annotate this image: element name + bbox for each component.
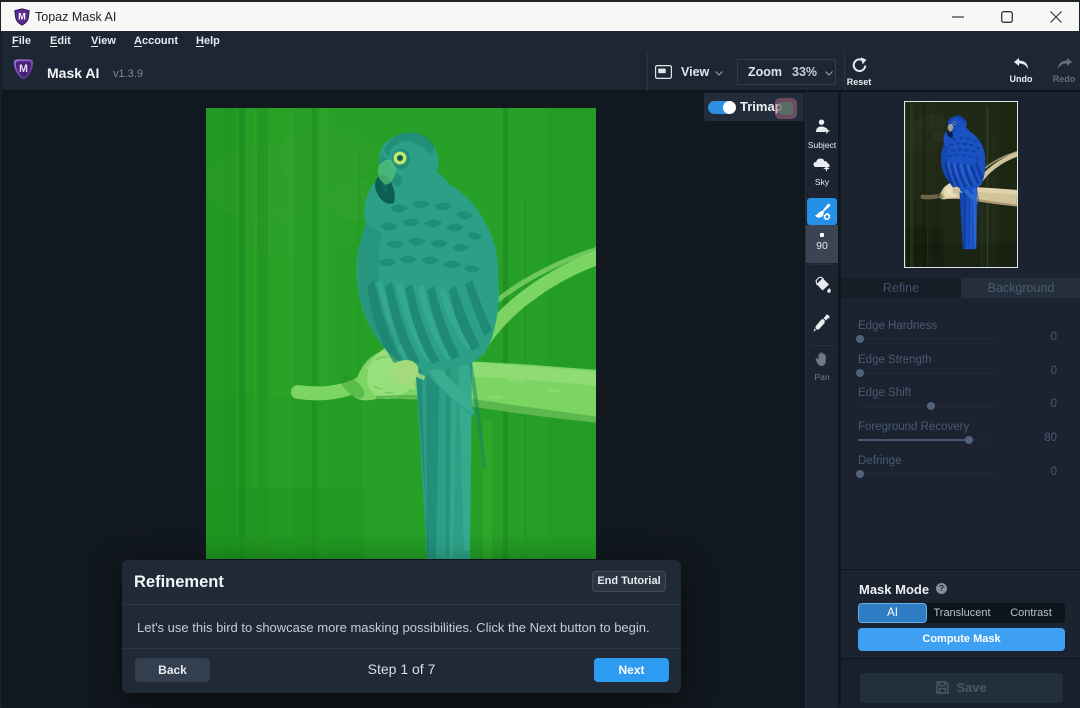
svg-text:M: M bbox=[18, 12, 26, 22]
svg-text:M: M bbox=[19, 63, 28, 75]
